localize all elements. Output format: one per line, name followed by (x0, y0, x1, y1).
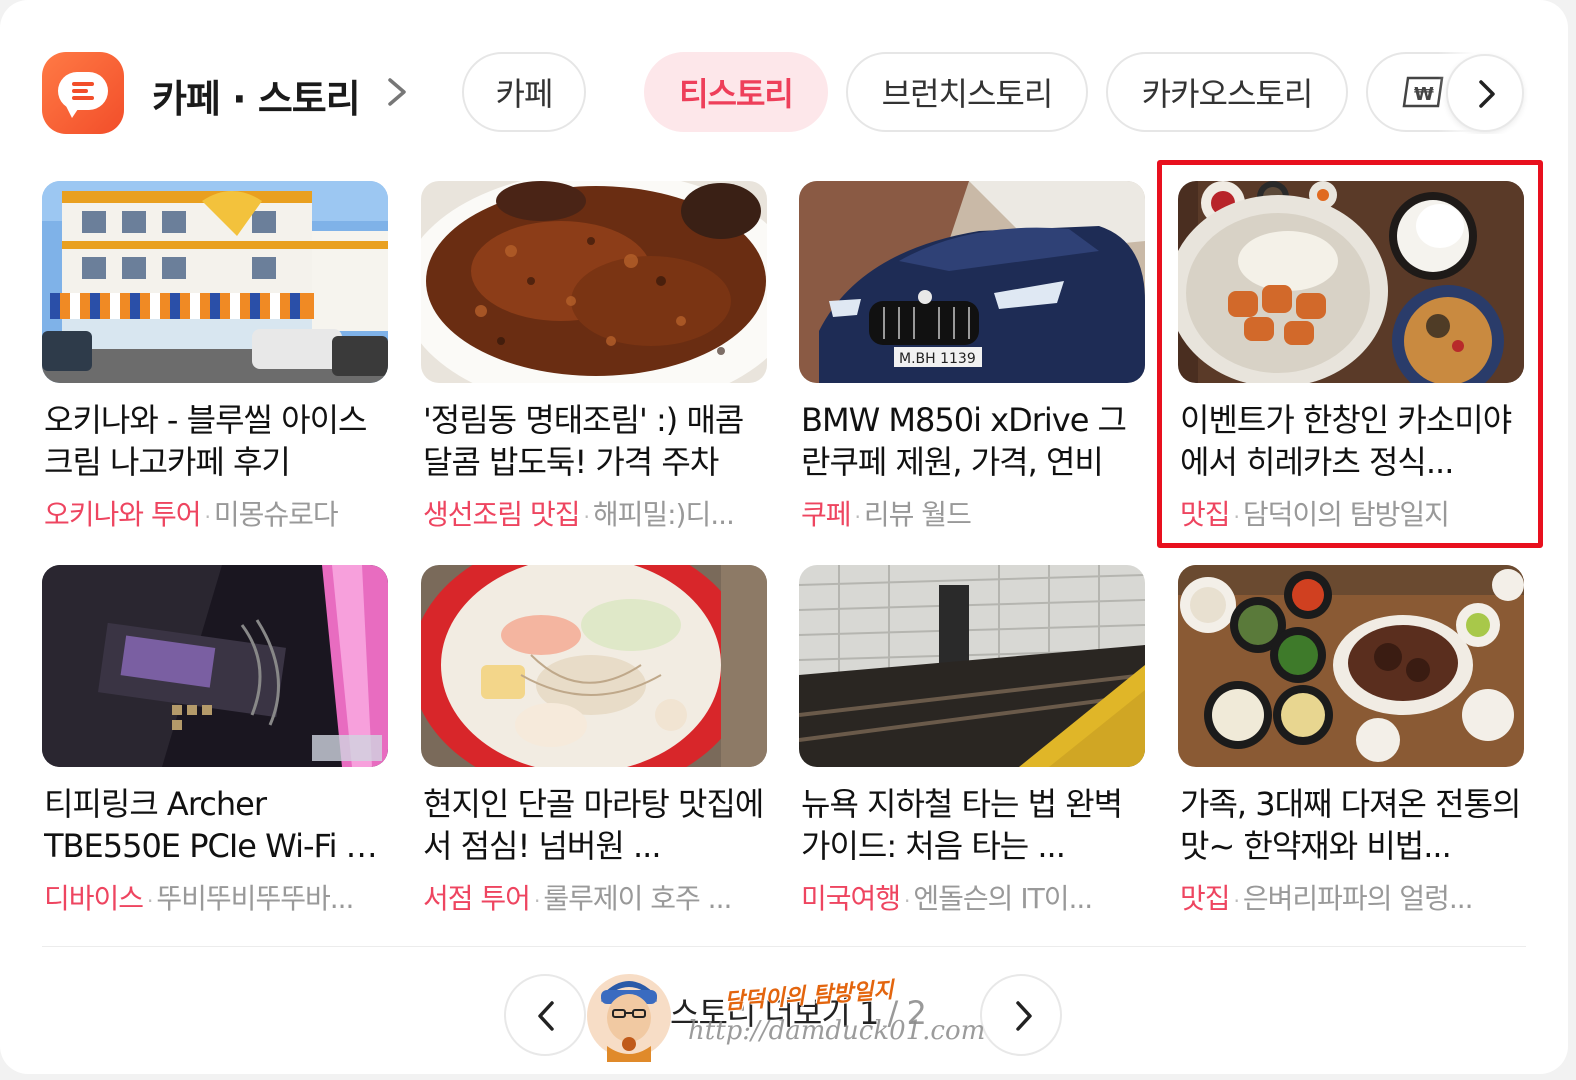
card-thumbnail: M.BH 1139 (799, 181, 1145, 383)
card-source[interactable]: 룰루제이 호주 ... (543, 882, 732, 915)
card-title[interactable]: 현지인 단골 마라탕 맛집에서 점심! 넘버원 ... (423, 783, 767, 867)
tab-tistory[interactable]: 티스토리 (644, 52, 828, 132)
tab-brunch-story[interactable]: 브런치스토리 (846, 52, 1088, 132)
card-meta: 미국여행 · 엔돌슨의 IT이... (801, 882, 1093, 915)
card-source[interactable]: 해피밀:)디... (593, 498, 735, 531)
watermark-url: http://damduck01.com (688, 1016, 986, 1046)
card-category[interactable]: 오키나와 투어 (44, 498, 201, 531)
card-title[interactable]: 오키나와 - 블루씰 아이스크림 나고카페 후기 (44, 399, 388, 483)
svg-text:M.BH 1139: M.BH 1139 (899, 351, 976, 367)
chevron-right-icon (1016, 1001, 1032, 1031)
chevron-left-icon (538, 1001, 554, 1031)
cafe-story-app-icon[interactable] (42, 52, 124, 134)
card-source[interactable]: 엔돌슨의 IT이... (913, 882, 1093, 915)
section-title[interactable]: 카페 · 스토리 (152, 68, 361, 123)
card-meta: 쿠페 · 리뷰 월드 (801, 498, 972, 531)
card-thumbnail (421, 565, 767, 767)
next-page-button[interactable] (980, 974, 1062, 1056)
chevron-right-icon (1479, 80, 1495, 108)
card-category[interactable]: 미국여행 (801, 882, 901, 915)
card-meta: 서점 투어 · 룰루제이 호주 ... (423, 882, 732, 915)
tab-cafe[interactable]: 카페 (462, 52, 586, 132)
card-title[interactable]: 가족, 3대째 다져온 전통의 맛~ 한약재와 비법... (1180, 783, 1524, 867)
section-header: 카페 · 스토리 카페 티스토리 브런치스토리 카카오스토리 ₩ 응 (42, 50, 1528, 134)
card-thumbnail (421, 181, 767, 383)
card-category[interactable]: 맛집 (1180, 882, 1231, 915)
tab-kakao-story[interactable]: 카카오스토리 (1106, 52, 1348, 132)
card-meta: 디바이스 · 뚜비뚜비뚜뚜바... (44, 882, 354, 915)
card-title[interactable]: 티피링크 Archer TBE550E PCIe Wi-Fi 7 와이파... (44, 783, 388, 867)
card-thumbnail (42, 181, 388, 383)
card-thumbnail (42, 565, 388, 767)
card-source[interactable]: 은벼리파파의 얼렁... (1243, 882, 1474, 915)
tab-chips: 카페 티스토리 브런치스토리 카카오스토리 ₩ 응 (460, 50, 1528, 134)
card-category[interactable]: 서점 투어 (423, 882, 531, 915)
story-panel: 카페 · 스토리 카페 티스토리 브런치스토리 카카오스토리 ₩ 응 (0, 0, 1568, 1074)
card-category[interactable]: 디바이스 (44, 882, 144, 915)
chevron-right-icon[interactable] (382, 72, 412, 112)
divider (42, 946, 1526, 947)
card-source[interactable]: 미몽슈로다 (214, 498, 339, 531)
svg-text:₩: ₩ (1414, 84, 1434, 105)
card-thumbnail (799, 565, 1145, 767)
card-title[interactable]: 뉴욕 지하철 타는 법 완벽 가이드: 처음 타는 ... (801, 783, 1145, 867)
card-meta: 맛집 · 은벼리파파의 얼렁... (1180, 882, 1474, 915)
prev-page-button[interactable] (504, 974, 586, 1056)
card-thumbnail (1178, 565, 1524, 767)
card-title[interactable]: '정림동 명태조림' :) 매콤달콤 밥도둑! 가격 주차 (423, 399, 767, 483)
card-source[interactable]: 리뷰 월드 (864, 498, 972, 531)
speech-bubble-icon (58, 72, 108, 118)
watermark-avatar (587, 974, 671, 1062)
chips-next-button[interactable] (1446, 54, 1524, 132)
card-meta: 오키나와 투어 · 미몽슈로다 (44, 498, 339, 531)
card-category[interactable]: 쿠페 (801, 498, 852, 531)
card-category[interactable]: 생선조림 맛집 (423, 498, 580, 531)
card-title[interactable]: BMW M850i xDrive 그란쿠페 제원, 가격, 연비 (801, 399, 1145, 483)
highlight-annotation (1157, 160, 1543, 548)
card-meta: 생선조림 맛집 · 해피밀:)디... (423, 498, 735, 531)
card-source[interactable]: 뚜비뚜비뚜뚜바... (156, 882, 354, 915)
